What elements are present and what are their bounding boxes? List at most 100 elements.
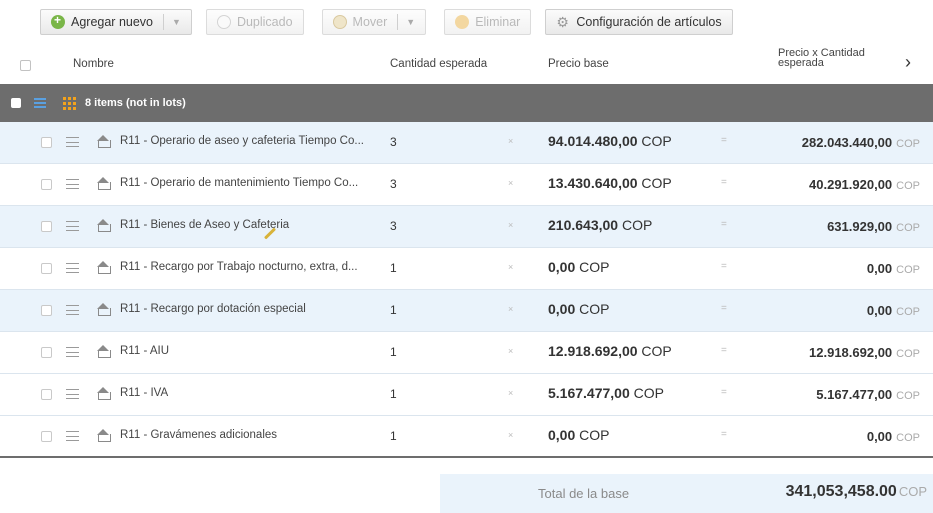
folder-icon: [332, 15, 347, 29]
table-row[interactable]: R11 - Operario de mantenimiento Tiempo C…: [0, 164, 933, 206]
times-symbol: ×: [508, 220, 514, 230]
chevron-down-icon[interactable]: ▼: [163, 14, 181, 30]
table-header: Nombre Cantidad esperada Precio base Pre…: [0, 44, 933, 84]
table-body: R11 - Operario de aseo y cafeteria Tiemp…: [0, 122, 933, 458]
building-icon: [97, 345, 111, 358]
item-price: 0,00 COP: [548, 427, 610, 443]
table-row[interactable]: R11 - IVA 1 × 5.167.477,00 COP = 5.167.4…: [0, 374, 933, 416]
base-total-footer: Total de la base 341,053,458.00 COP: [440, 474, 933, 513]
item-name[interactable]: R11 - Gravámenes adicionales: [120, 429, 388, 441]
plus-icon: [51, 13, 65, 29]
group-title: 8 items (not in lots): [85, 97, 186, 109]
equals-symbol: =: [721, 261, 727, 272]
equals-symbol: =: [721, 345, 727, 356]
table-row[interactable]: R11 - Recargo por Trabajo nocturno, extr…: [0, 248, 933, 290]
row-checkbox[interactable]: [41, 137, 52, 148]
item-total: 5.167.477,00 COP: [816, 387, 920, 402]
table-row[interactable]: R11 - AIU 1 × 12.918.692,00 COP = 12.918…: [0, 332, 933, 374]
add-new-label: Agregar nuevo: [71, 15, 154, 29]
gear-icon: ⚙: [556, 14, 569, 30]
item-name[interactable]: R11 - Bienes de Aseo y Cafeteria: [120, 219, 388, 231]
chevron-right-icon[interactable]: ›: [905, 52, 911, 73]
delete-icon: [455, 15, 470, 29]
item-price: 13.430.640,00 COP: [548, 175, 672, 191]
item-qty: 1: [390, 303, 397, 317]
item-price: 12.918.692,00 COP: [548, 343, 672, 359]
duplicate-icon: [216, 15, 231, 29]
add-new-button[interactable]: Agregar nuevo ▼: [40, 9, 192, 35]
select-all-checkbox[interactable]: [20, 60, 31, 71]
header-base-price[interactable]: Precio base: [548, 58, 609, 70]
header-price-x-qty-line2: esperada: [778, 57, 824, 69]
item-qty: 3: [390, 219, 397, 233]
group-header[interactable]: 8 items (not in lots): [0, 84, 933, 122]
item-total: 282.043.440,00 COP: [801, 135, 920, 150]
drag-handle-icon[interactable]: [66, 179, 79, 189]
move-button[interactable]: Mover ▼: [321, 9, 427, 35]
equals-symbol: =: [721, 135, 727, 146]
item-total: 0,00 COP: [866, 303, 920, 318]
table-row[interactable]: R11 - Operario de aseo y cafeteria Tiemp…: [0, 122, 933, 164]
drag-handle-icon[interactable]: [66, 431, 79, 441]
row-checkbox[interactable]: [41, 263, 52, 274]
times-symbol: ×: [508, 346, 514, 356]
drag-handle-icon[interactable]: [66, 263, 79, 273]
delete-button[interactable]: Eliminar: [444, 9, 532, 35]
item-name[interactable]: R11 - Recargo por dotación especial: [120, 303, 388, 315]
item-price: 5.167.477,00 COP: [548, 385, 664, 401]
item-qty: 1: [390, 429, 397, 443]
equals-symbol: =: [721, 219, 727, 230]
equals-symbol: =: [721, 303, 727, 314]
row-checkbox[interactable]: [41, 221, 52, 232]
item-settings-button[interactable]: ⚙ Configuración de artículos: [545, 9, 733, 35]
times-symbol: ×: [508, 304, 514, 314]
item-qty: 3: [390, 177, 397, 191]
item-total: 631.929,00 COP: [827, 219, 920, 234]
header-expected-qty[interactable]: Cantidad esperada: [390, 58, 487, 70]
drag-handle-icon[interactable]: [66, 305, 79, 315]
times-symbol: ×: [508, 430, 514, 440]
chevron-down-icon[interactable]: ▼: [397, 14, 415, 30]
equals-symbol: =: [721, 387, 727, 398]
delete-label: Eliminar: [475, 15, 521, 29]
building-icon: [97, 303, 111, 316]
item-price: 94.014.480,00 COP: [548, 133, 672, 149]
times-symbol: ×: [508, 178, 514, 188]
header-name[interactable]: Nombre: [73, 58, 114, 70]
item-name[interactable]: R11 - Recargo por Trabajo nocturno, extr…: [120, 261, 388, 273]
row-checkbox[interactable]: [41, 179, 52, 190]
table-row[interactable]: R11 - Gravámenes adicionales 1 × 0,00 CO…: [0, 416, 933, 458]
drag-handle-icon[interactable]: [66, 389, 79, 399]
list-icon[interactable]: [34, 98, 46, 108]
item-total: 0,00 COP: [866, 261, 920, 276]
duplicate-button[interactable]: Duplicado: [205, 9, 304, 35]
header-price-x-qty[interactable]: Precio x Cantidad esperada: [778, 48, 865, 69]
move-label: Mover: [352, 15, 388, 29]
item-name[interactable]: R11 - AIU: [120, 345, 388, 357]
drag-handle-icon[interactable]: [66, 221, 79, 231]
row-checkbox[interactable]: [41, 305, 52, 316]
item-price: 0,00 COP: [548, 259, 610, 275]
building-icon: [97, 261, 111, 274]
group-checkbox[interactable]: [11, 98, 21, 108]
building-icon: [97, 429, 111, 442]
item-total: 0,00 COP: [866, 429, 920, 444]
item-name[interactable]: R11 - Operario de aseo y cafeteria Tiemp…: [120, 135, 388, 147]
item-name[interactable]: R11 - Operario de mantenimiento Tiempo C…: [120, 177, 388, 189]
equals-symbol: =: [721, 177, 727, 188]
table-row[interactable]: R11 - Recargo por dotación especial 1 × …: [0, 290, 933, 332]
building-icon: [97, 135, 111, 148]
grid-icon[interactable]: [63, 96, 76, 110]
item-name[interactable]: R11 - IVA: [120, 387, 388, 399]
item-total: 40.291.920,00 COP: [809, 177, 920, 192]
item-price: 210.643,00 COP: [548, 217, 653, 233]
item-qty: 3: [390, 135, 397, 149]
building-icon: [97, 219, 111, 232]
drag-handle-icon[interactable]: [66, 137, 79, 147]
table-row[interactable]: R11 - Bienes de Aseo y Cafeteria 3 × 210…: [0, 206, 933, 248]
row-checkbox[interactable]: [41, 431, 52, 442]
drag-handle-icon[interactable]: [66, 347, 79, 357]
row-checkbox[interactable]: [41, 347, 52, 358]
row-checkbox[interactable]: [41, 389, 52, 400]
building-icon: [97, 177, 111, 190]
